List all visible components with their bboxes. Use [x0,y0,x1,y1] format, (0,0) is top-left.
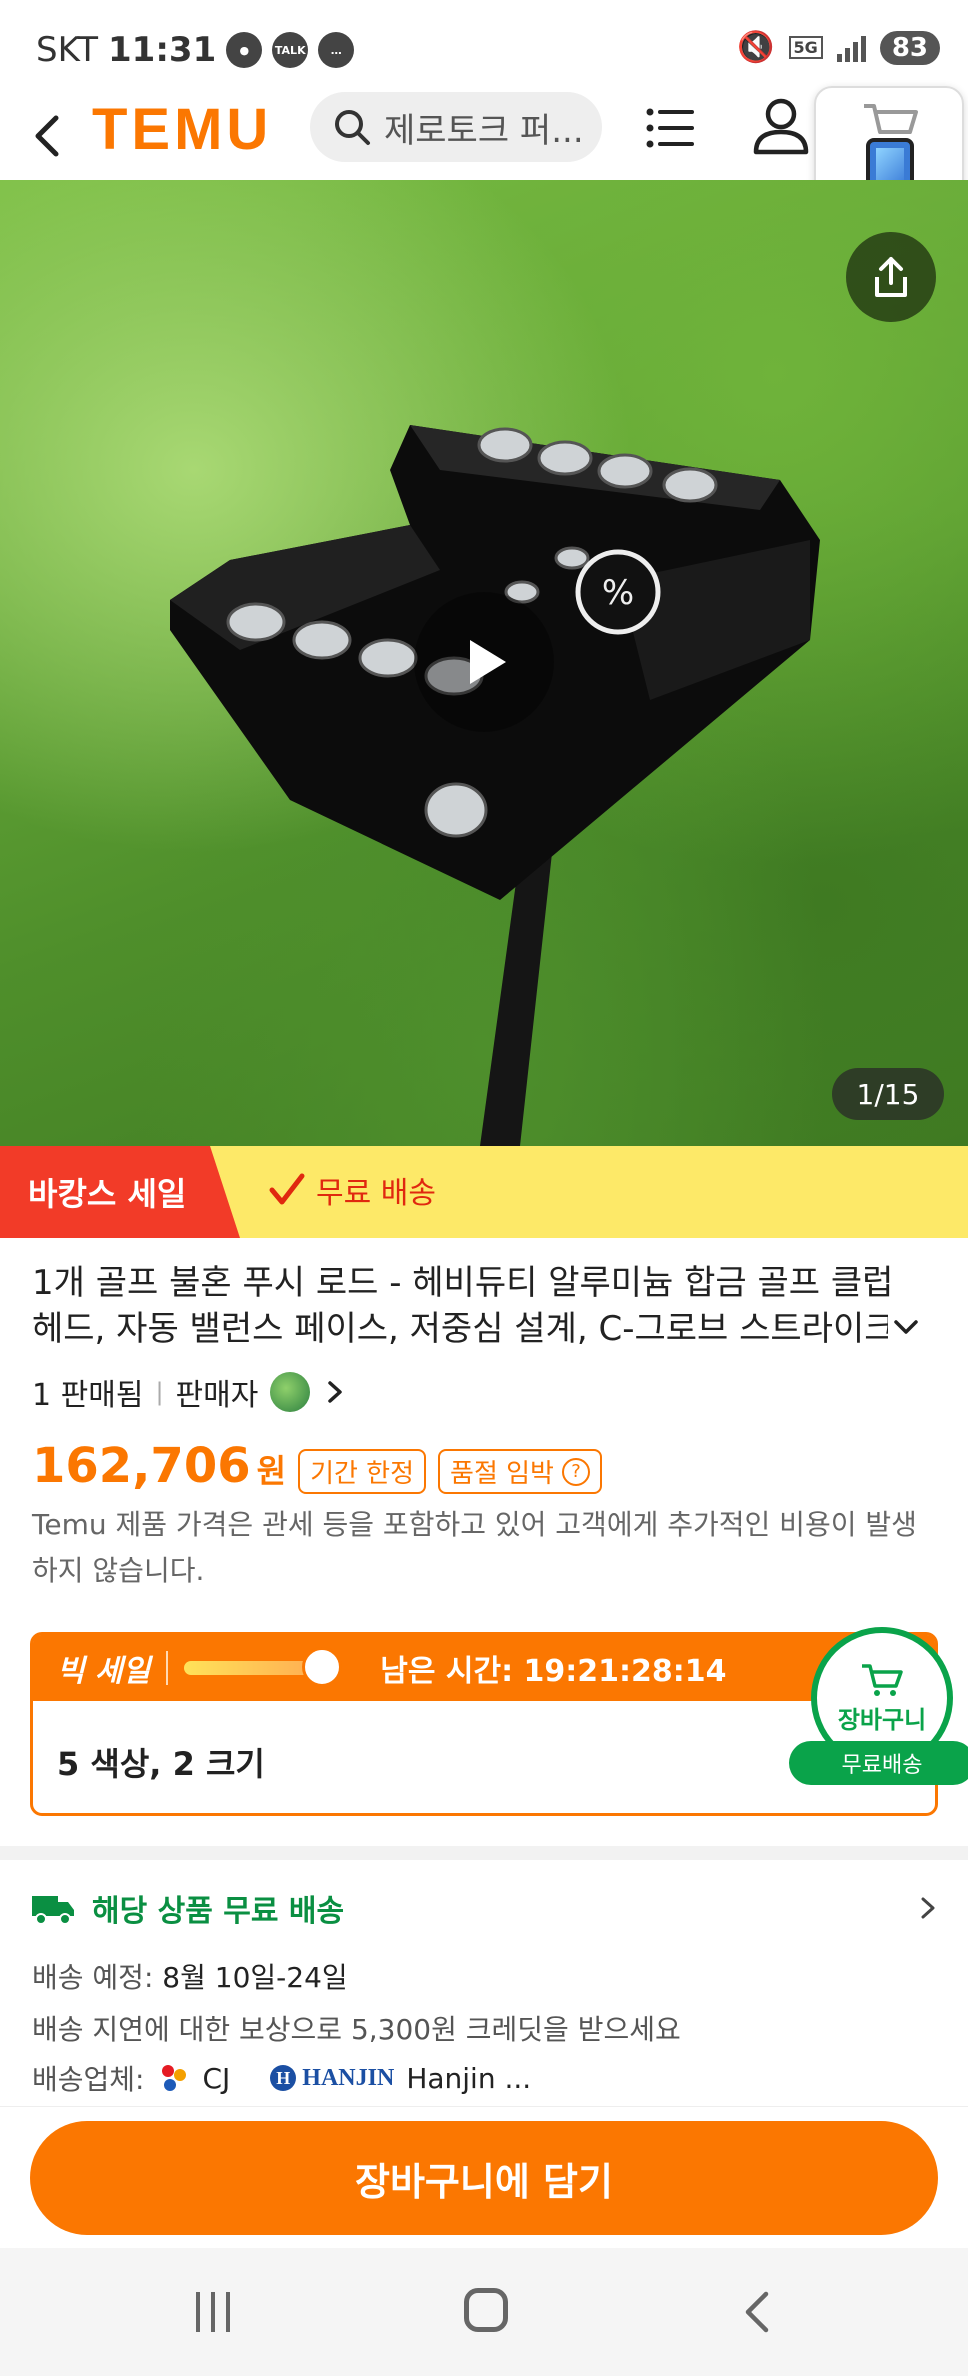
cart-badge-text: 장바구니 [837,1705,927,1734]
carrier-hanjin: Hanjin ... [406,2061,532,2095]
price-row: 162,706 원 기간 한정 품절 임박 ? [32,1438,602,1494]
price-value: 162,706 [32,1438,251,1494]
delay-compensation: 배송 지연에 대한 보상으로 5,300원 크레딧을 받으세요 [32,2013,681,2046]
temu-logo[interactable]: TEMU [92,96,272,163]
hanjin-logo-icon: H [270,2065,297,2091]
big-sale-box[interactable]: 빅 세일 남은 시간: 19:21:28:14 5 색상, 2 크기 장바구니 … [30,1627,968,1816]
countdown-timer: 남은 시간: 19:21:28:14 [380,1654,727,1689]
carrier-label: SKT [36,30,99,70]
status-bar: SKT 11:31 ● TALK … 🔇 5G 83 [0,0,968,92]
chevron-right-icon[interactable] [322,1377,348,1407]
free-shipping-text: 무료 배송 [316,1176,436,1211]
bottom-action-bar: 장바구니에 담기 [0,2106,968,2248]
cart-badge[interactable]: 장바구니 무료배송 [789,1627,968,1813]
hanjin-logo-text: HANJIN [302,2064,395,2091]
network-type: 5G [788,36,823,59]
product-title: 1개 골프 불혼 푸시 로드 - 헤비듀티 알루미늄 합금 골프 클럽 헤드, … [32,1263,896,1349]
mute-icon: 🔇 [737,30,775,65]
almost-sold-out-badge[interactable]: 품절 임박 ? [438,1449,602,1494]
free-shipping-ribbon: 무료배송 [789,1741,968,1785]
carriers-row: 배송업체: CJ H HANJIN Hanjin ... [32,2058,531,2098]
battery-indicator: 83 [879,30,940,65]
home-button[interactable] [464,2288,508,2332]
big-sale-label: 빅 세일 [57,1654,151,1689]
svg-text:%: % [602,573,634,613]
section-divider [0,1846,968,1860]
shipping-eta: 배송 예정: 8월 10일-24일 [32,1956,348,1996]
play-icon [470,640,506,684]
add-to-cart-button[interactable]: 장바구니에 담기 [30,2121,938,2235]
search-icon [335,110,370,145]
message-notification-icon: … [318,32,355,68]
divider [166,1651,169,1685]
product-image[interactable]: % 1/15 [0,180,968,1146]
menu-button[interactable] [640,98,700,158]
carrier-cj: CJ [202,2061,231,2095]
carrier-label: 배송업체: [32,2063,145,2096]
cart-icon [862,1663,903,1696]
eta-value: 8월 10일-24일 [162,1961,348,1994]
limited-time-badge: 기간 한정 [298,1449,427,1494]
cj-logo-icon [162,2065,187,2091]
user-icon [753,98,809,155]
hanjin-logo: H HANJIN [270,2065,394,2092]
timer-progress [184,1647,343,1687]
image-counter: 1/15 [832,1068,944,1120]
vacation-sale-tag: 바캉스 세일 [0,1146,240,1238]
tax-note: Temu 제품 가격은 관세 등을 포함하고 있어 고객에게 추가적인 비용이 … [32,1508,917,1587]
eta-label: 배송 예정: [32,1961,154,1994]
sold-count: 1 판매됨 [32,1378,144,1413]
recent-apps-button[interactable] [196,2292,236,2332]
promo-banner[interactable]: 바캉스 세일 무료 배송 [0,1146,968,1238]
play-video-button[interactable] [414,592,554,732]
shipping-header[interactable]: 해당 상품 무료 배송 [30,1886,940,1930]
back-nav-icon[interactable] [736,2288,776,2336]
chevron-left-icon [35,115,59,157]
list-menu-icon [646,108,694,148]
back-button[interactable] [18,106,78,166]
chevron-right-icon [921,1897,935,1919]
search-bar[interactable]: 제로토크 퍼... [310,92,602,162]
search-placeholder: 제로토크 퍼... [384,110,584,151]
help-icon: ? [561,1457,590,1486]
almost-sold-out-text: 품절 임박 [450,1459,554,1489]
signal-icon [836,34,866,62]
status-right: 🔇 5G 83 [737,30,940,65]
free-shipping-label: 무료 배송 [266,1168,436,1212]
account-button[interactable] [748,94,814,160]
pill-notification-icon: ● [226,32,263,68]
expand-title-button[interactable] [888,1310,924,1346]
seller-label[interactable]: 판매자 [176,1370,259,1414]
share-button[interactable] [846,232,936,322]
price-unit: 원 [256,1452,287,1490]
separator: | [155,1378,164,1406]
truck-icon [32,1896,74,1925]
clock: 11:31 [108,30,217,70]
talk-notification-icon: TALK [272,32,309,68]
share-icon [875,257,907,297]
shipping-title: 해당 상품 무료 배송 [92,1894,345,1929]
seller-avatar[interactable] [270,1372,311,1412]
variant-summary[interactable]: 5 색상, 2 크기 [57,1739,265,1785]
clock-icon [302,1647,343,1687]
sales-meta: 1 판매됨 | 판매자 [32,1370,348,1414]
system-nav-bar [0,2248,968,2376]
status-left: SKT 11:31 ● TALK … [36,30,355,70]
chevron-down-icon [894,1320,918,1334]
checkmark-icon [269,1173,305,1205]
